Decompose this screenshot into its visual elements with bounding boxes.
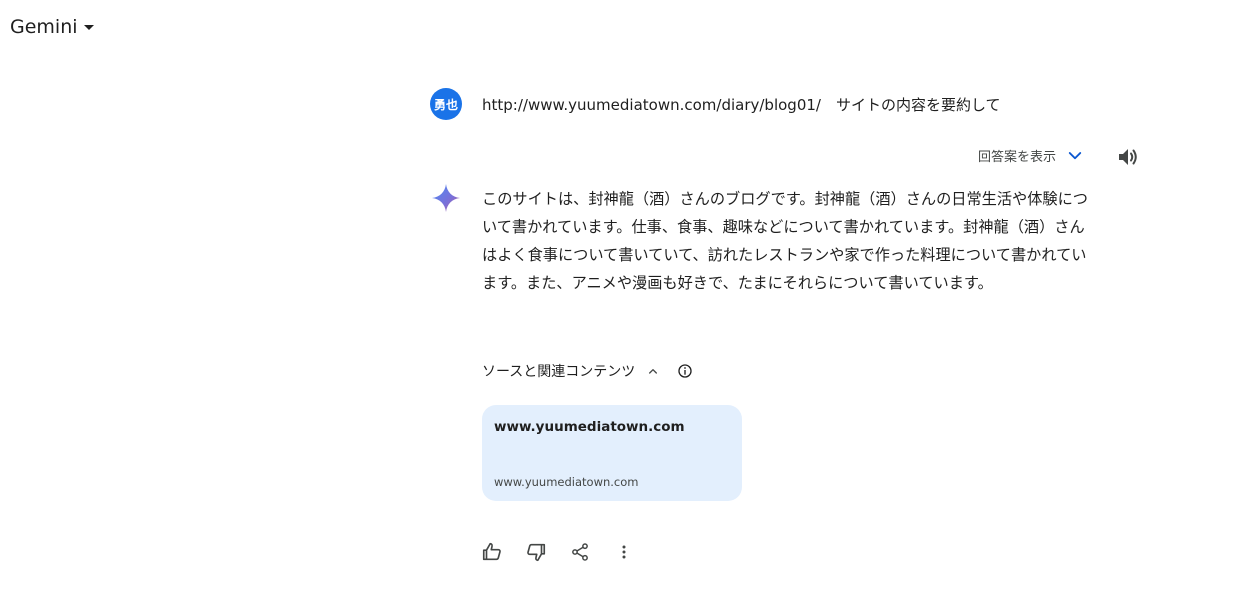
- more-vert-icon: [622, 545, 626, 559]
- show-drafts-label[interactable]: 回答案を表示: [978, 146, 1056, 165]
- user-message-text: http://www.yuumediatown.com/diary/blog01…: [482, 95, 1001, 114]
- chevron-up-icon[interactable]: [645, 363, 661, 379]
- response-text: このサイトは、封神龍（酒）さんのブログです。封神龍（酒）さんの日常生活や体験につ…: [482, 190, 1088, 292]
- thumbs-down-button[interactable]: [524, 540, 548, 564]
- more-options-button[interactable]: [612, 540, 636, 564]
- thumbs-up-button[interactable]: [480, 540, 504, 564]
- avatar[interactable]: 勇也: [430, 88, 462, 120]
- show-drafts[interactable]: 回答案を表示: [978, 146, 1084, 165]
- source-card-title: www.yuumediatown.com: [494, 419, 685, 435]
- source-card[interactable]: www.yuumediatown.com www.yuumediatown.co…: [482, 405, 742, 501]
- share-button[interactable]: [568, 540, 592, 564]
- speaker-icon[interactable]: [1116, 145, 1140, 169]
- chevron-down-icon[interactable]: [1066, 147, 1084, 165]
- gemini-sparkle-icon: [432, 184, 460, 212]
- thumbs-down-icon: [527, 543, 546, 562]
- thumbs-up-icon: [482, 542, 501, 561]
- share-icon: [572, 543, 588, 561]
- info-icon[interactable]: [677, 363, 693, 379]
- sources-label: ソースと関連コンテンツ: [482, 364, 636, 380]
- sources-header[interactable]: ソースと関連コンテンツ: [482, 361, 693, 381]
- user-message: 勇也 http://www.yuumediatown.com/diary/blo…: [430, 88, 1001, 120]
- brand-title: Gemini: [10, 16, 78, 38]
- response-actions: [480, 540, 656, 564]
- gemini-model-menu[interactable]: Gemini: [10, 16, 94, 38]
- source-card-url: www.yuumediatown.com: [494, 475, 639, 489]
- caret-down-icon: [83, 24, 94, 30]
